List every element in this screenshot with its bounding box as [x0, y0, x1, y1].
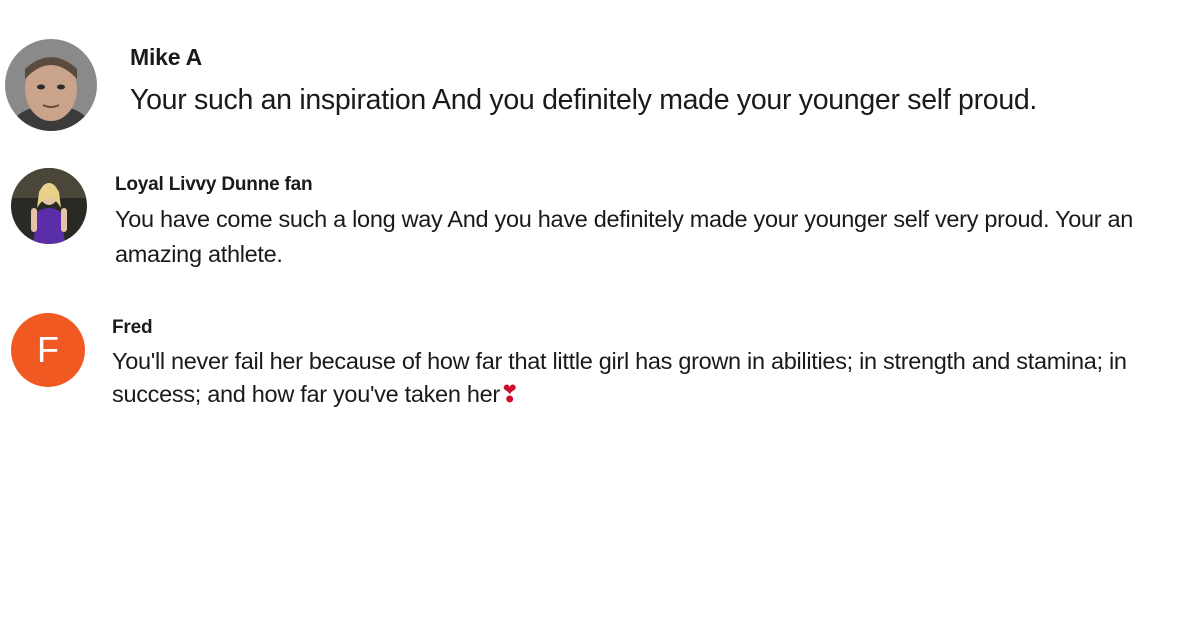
comment-author[interactable]: Fred [112, 317, 153, 339]
comment-text: You have come such a long way And you ha… [115, 206, 1140, 267]
comment-text-body: You'll never fail her because of how far… [112, 348, 1133, 407]
comment-text: Your such an inspiration And you definit… [130, 84, 1038, 116]
user-avatar-photo-icon[interactable] [11, 168, 87, 244]
comment-item: F Fred You'll never fail her because of … [0, 305, 1200, 425]
heart-exclamation-icon: ❣ [499, 380, 520, 408]
comment-author[interactable]: Loyal Livvy Dunne fan [115, 174, 313, 196]
comment-author[interactable]: Mike A [130, 44, 202, 71]
comment-text: You'll never fail her because of how far… [112, 345, 1172, 411]
comment-item: Loyal Livvy Dunne fan You have come such… [0, 160, 1200, 280]
user-avatar-photo-icon[interactable] [5, 39, 97, 131]
comment-item: Mike A Your such an inspiration And you … [0, 0, 1200, 150]
user-avatar-letter[interactable]: F [11, 313, 85, 387]
avatar-letter: F [37, 329, 59, 370]
